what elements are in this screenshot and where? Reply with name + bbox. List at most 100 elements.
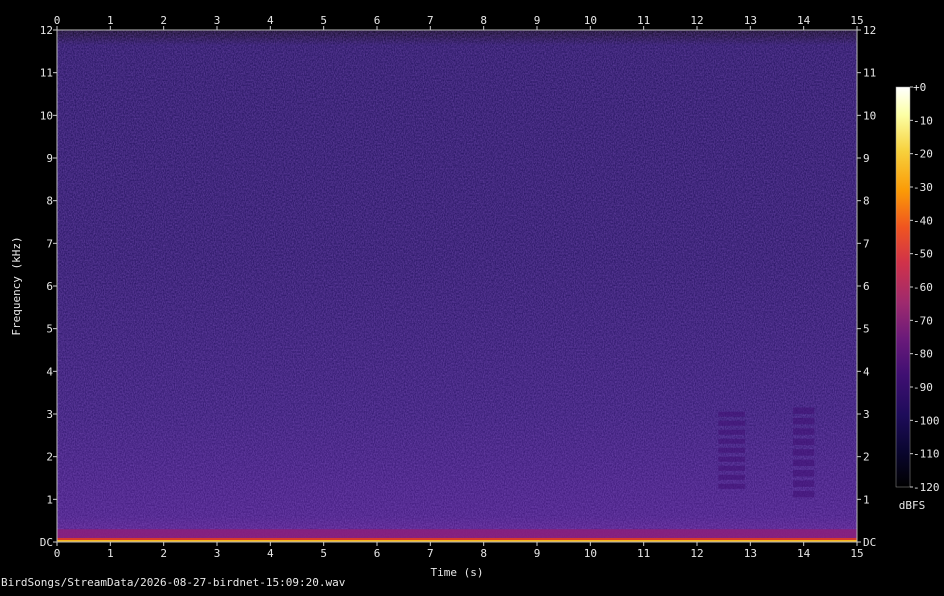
x-tick-label-top: 0 (54, 14, 61, 27)
y-tick-label-left: 10 (40, 109, 53, 122)
x-tick-label-bottom: 8 (480, 547, 487, 560)
x-tick-label-bottom: 2 (160, 547, 167, 560)
colorbar-tick-label: +0 (913, 81, 926, 94)
low-frequency-energy-band (57, 529, 857, 539)
colorbar-tick-label: -50 (913, 248, 933, 261)
x-tick-label-top: 13 (744, 14, 757, 27)
colorbar-tick-label: -70 (913, 314, 933, 327)
y-tick-label-right: 12 (863, 24, 876, 37)
spectrogram-plot-area (56, 29, 858, 543)
bird-call-harmonic-band (793, 417, 815, 425)
x-tick-label-top: 15 (850, 14, 863, 27)
bird-call-harmonic-band (718, 456, 745, 462)
x-tick-label-bottom: 14 (797, 547, 811, 560)
y-tick-label-right: 4 (863, 365, 870, 378)
x-tick-label-top: 14 (797, 14, 811, 27)
bird-call-harmonic-band (793, 490, 815, 498)
bird-call-harmonic-band (718, 438, 745, 444)
colorbar-tick-label: -80 (913, 348, 933, 361)
y-tick-label-left: 6 (46, 280, 53, 293)
y-axis-label: Frequency (kHz) (10, 236, 23, 335)
colorbar-tick-label: -40 (913, 214, 933, 227)
colorbar-tick-label: -120 (913, 481, 940, 494)
y-tick-label-left: 2 (46, 451, 53, 464)
colorbar-tick-label: -90 (913, 381, 933, 394)
y-tick-label-left: 3 (46, 408, 53, 421)
x-tick-label-top: 5 (320, 14, 327, 27)
x-tick-label-bottom: 4 (267, 547, 274, 560)
y-tick-label-right: 8 (863, 195, 870, 208)
x-tick-label-top: 4 (267, 14, 274, 27)
y-tick-label-left: 4 (46, 365, 53, 378)
y-tick-label-right: 7 (863, 237, 870, 250)
y-tick-label-right: 11 (863, 67, 876, 80)
x-tick-label-top: 6 (374, 14, 381, 27)
bird-call-harmonic-band (718, 420, 745, 426)
x-tick-label-bottom: 9 (534, 547, 541, 560)
x-tick-label-top: 10 (584, 14, 597, 27)
bird-call-harmonic-band (793, 449, 815, 456)
x-tick-label-bottom: 1 (107, 547, 114, 560)
bird-call-harmonic-band (718, 465, 745, 471)
x-tick-label-top: 9 (534, 14, 541, 27)
x-tick-label-bottom: 5 (320, 547, 327, 560)
y-tick-label-right: 10 (863, 109, 876, 122)
y-tick-label-left: 11 (40, 67, 53, 80)
y-tick-label-right: 5 (863, 323, 870, 336)
colorbar-tick-label: -60 (913, 281, 933, 294)
x-tick-label-bottom: 10 (584, 547, 597, 560)
colorbar-tick-label: -20 (913, 148, 933, 161)
spectrogram-chart: 0011223344556677889910101111121213131414… (10, 14, 940, 579)
y-tick-label-left: 12 (40, 24, 53, 37)
colorbar: +0 -10 -20 -30 -40 -50 -60 -70 -80 -90 -100 -110 -12… (895, 81, 940, 494)
x-tick-label-bottom: 0 (54, 547, 61, 560)
x-tick-label-bottom: 3 (214, 547, 221, 560)
x-tick-label-bottom: 13 (744, 547, 757, 560)
file-path-caption: BirdSongs/StreamData/2026-08-27-birdnet-… (1, 576, 346, 589)
bird-call-harmonic-band (718, 447, 745, 453)
x-tick-label-top: 8 (480, 14, 487, 27)
x-tick-label-bottom: 11 (637, 547, 650, 560)
colorbar-gradient (895, 86, 911, 488)
bird-call-harmonic-band (793, 438, 815, 446)
x-tick-label-top: 11 (637, 14, 650, 27)
x-tick-label-bottom: 15 (850, 547, 863, 560)
colorbar-tick-label: -30 (913, 181, 933, 194)
bird-call-event (718, 411, 745, 489)
y-tick-label-right: 3 (863, 408, 870, 421)
y-tick-label-left: 8 (46, 195, 53, 208)
bird-call-harmonic-band (718, 474, 745, 480)
colorbar-tick-label: -10 (913, 114, 933, 127)
spectrogram-figure: 0 0 1 1 2 2 3 3 4 4 5 5 6 6 7 7 8 8 9 9 10 10 11 11 12 12 13 13 14 14… (0, 0, 944, 591)
x-tick-label-bottom: 7 (427, 547, 434, 560)
y-tick-label-right: 2 (863, 451, 870, 464)
bird-call-harmonic-band (793, 480, 815, 487)
bird-call-harmonic-band (718, 483, 745, 489)
bird-call-harmonic-band (793, 407, 815, 414)
y-tick-label-left: 7 (46, 237, 53, 250)
bird-call-harmonic-band (793, 459, 815, 467)
y-tick-label-left: DC (40, 536, 53, 549)
bird-call-harmonic-band (793, 428, 815, 435)
bird-call-harmonic-band (718, 429, 745, 435)
x-tick-label-bottom: 12 (690, 547, 703, 560)
x-tick-label-top: 1 (107, 14, 114, 27)
x-tick-label-top: 12 (690, 14, 703, 27)
x-axis-label: Time (s) (431, 566, 484, 579)
bird-call-harmonic-band (718, 411, 745, 417)
y-tick-label-right: DC (863, 536, 876, 549)
y-tick-label-left: 1 (46, 493, 53, 506)
colorbar-tick-label: -110 (913, 448, 940, 461)
bird-call-harmonic-band (793, 470, 815, 477)
colorbar-label: dBFS (899, 499, 926, 512)
x-tick-label-top: 3 (214, 14, 221, 27)
y-tick-label-right: 1 (863, 493, 870, 506)
y-tick-label-left: 9 (46, 152, 53, 165)
x-tick-label-top: 7 (427, 14, 434, 27)
y-tick-label-right: 6 (863, 280, 870, 293)
colorbar-tick-label: -100 (913, 414, 940, 427)
y-tick-label-left: 5 (46, 323, 53, 336)
spectrogram-noise-texture (57, 30, 857, 542)
bird-call-event (793, 407, 815, 498)
x-tick-label-bottom: 6 (374, 547, 381, 560)
